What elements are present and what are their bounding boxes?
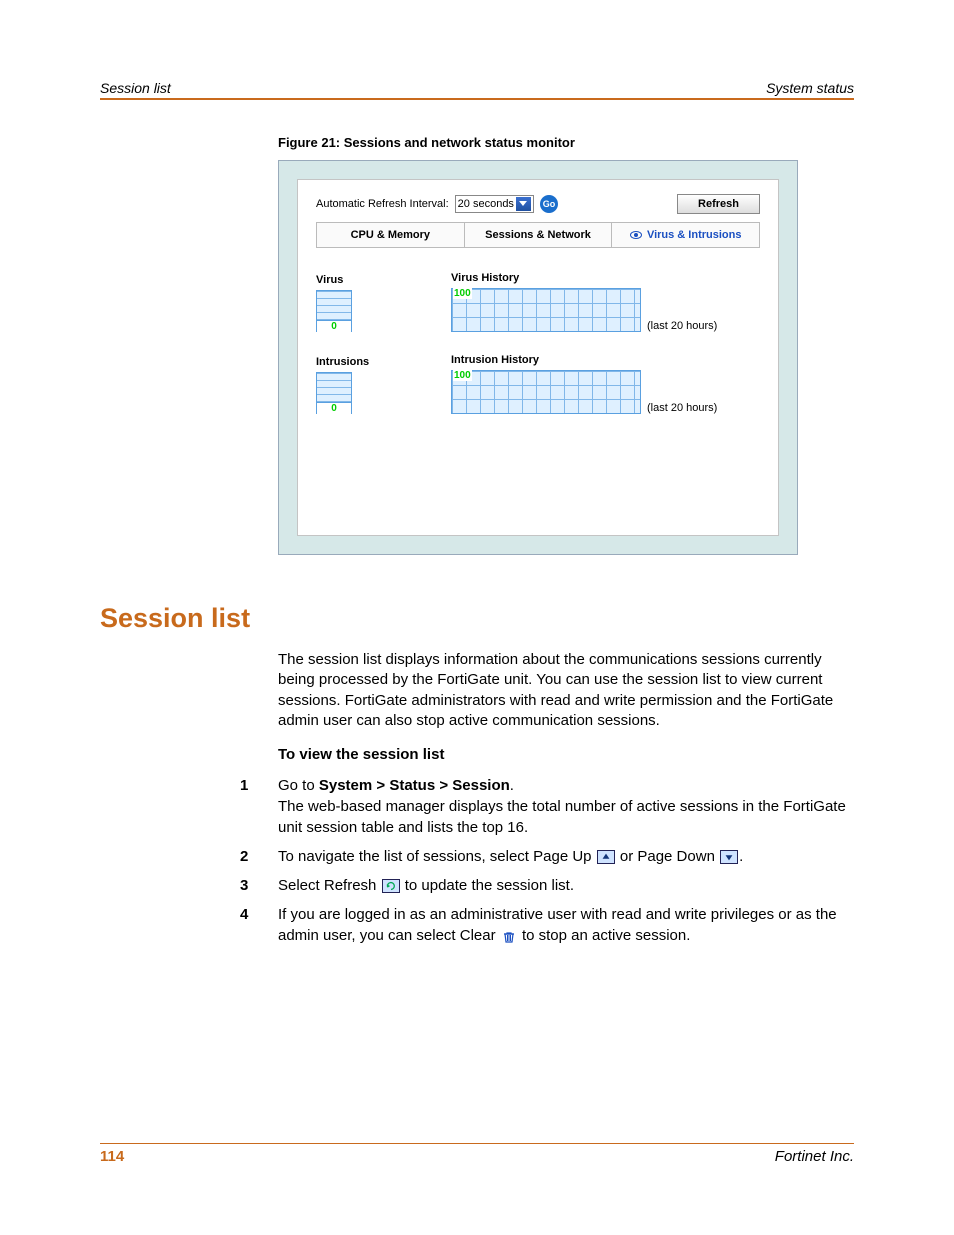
intrusions-gauge-value: 0 bbox=[317, 402, 351, 414]
virus-history-ymax: 100 bbox=[453, 288, 472, 299]
tab-virus-label: Virus & Intrusions bbox=[647, 229, 742, 241]
section-title: Session list bbox=[100, 603, 854, 634]
company-name: Fortinet Inc. bbox=[775, 1148, 854, 1165]
step-4: If you are logged in as an administrativ… bbox=[240, 904, 854, 946]
status-monitor-screenshot: Automatic Refresh Interval: 20 seconds G… bbox=[278, 160, 798, 555]
page-up-icon bbox=[597, 850, 615, 864]
step-2: To navigate the list of sessions, select… bbox=[240, 846, 854, 867]
page-down-icon bbox=[720, 850, 738, 864]
intrusion-history-caption: (last 20 hours) bbox=[647, 402, 717, 414]
refresh-icon bbox=[382, 879, 400, 893]
intrusion-history-chart: 100 bbox=[451, 370, 641, 414]
go-button[interactable]: Go bbox=[540, 195, 558, 213]
running-header: Session list System status bbox=[100, 80, 854, 100]
virus-gauge-value: 0 bbox=[317, 320, 351, 332]
intrusions-row: Intrusions 0 Intrusion History 100 (last… bbox=[316, 354, 760, 414]
virus-row: Virus 0 Virus History 100 (last 20 hours… bbox=[316, 272, 760, 332]
procedure-heading: To view the session list bbox=[278, 745, 854, 765]
trash-icon bbox=[502, 929, 516, 943]
nav-path: System > Status > Session bbox=[319, 777, 510, 794]
virus-history-label: Virus History bbox=[451, 272, 760, 284]
figure-caption: Figure 21: Sessions and network status m… bbox=[278, 135, 854, 150]
tab-cpu-memory[interactable]: CPU & Memory bbox=[316, 222, 465, 248]
refresh-interval-value: 20 seconds bbox=[458, 198, 514, 210]
chevron-down-icon bbox=[516, 197, 531, 211]
page-number: 114 bbox=[100, 1148, 124, 1165]
step-3: Select Refresh to update the session lis… bbox=[240, 875, 854, 896]
refresh-interval-dropdown[interactable]: 20 seconds bbox=[455, 195, 534, 213]
eye-icon bbox=[630, 231, 642, 239]
intrusions-gauge: 0 bbox=[316, 372, 352, 414]
refresh-button[interactable]: Refresh bbox=[677, 194, 760, 214]
intrusion-history-label: Intrusion History bbox=[451, 354, 760, 366]
virus-gauge: 0 bbox=[316, 290, 352, 332]
virus-history-caption: (last 20 hours) bbox=[647, 320, 717, 332]
virus-label: Virus bbox=[316, 274, 451, 286]
tab-sessions-network[interactable]: Sessions & Network bbox=[465, 222, 613, 248]
monitor-toolbar: Automatic Refresh Interval: 20 seconds G… bbox=[316, 194, 760, 214]
intrusions-label: Intrusions bbox=[316, 356, 451, 368]
tab-virus-intrusions[interactable]: Virus & Intrusions bbox=[612, 222, 760, 248]
running-header-right: System status bbox=[766, 80, 854, 96]
refresh-interval-label: Automatic Refresh Interval: bbox=[316, 198, 449, 210]
monitor-tabs: CPU & Memory Sessions & Network Virus & … bbox=[316, 222, 760, 248]
running-header-left: Session list bbox=[100, 80, 171, 96]
intro-paragraph: The session list displays information ab… bbox=[278, 650, 854, 731]
steps-list: Go to System > Status > Session. The web… bbox=[240, 775, 854, 946]
virus-history-chart: 100 bbox=[451, 288, 641, 332]
page-footer: 114 Fortinet Inc. bbox=[100, 1143, 854, 1165]
intrusion-history-ymax: 100 bbox=[453, 370, 472, 381]
step-1: Go to System > Status > Session. The web… bbox=[240, 775, 854, 838]
